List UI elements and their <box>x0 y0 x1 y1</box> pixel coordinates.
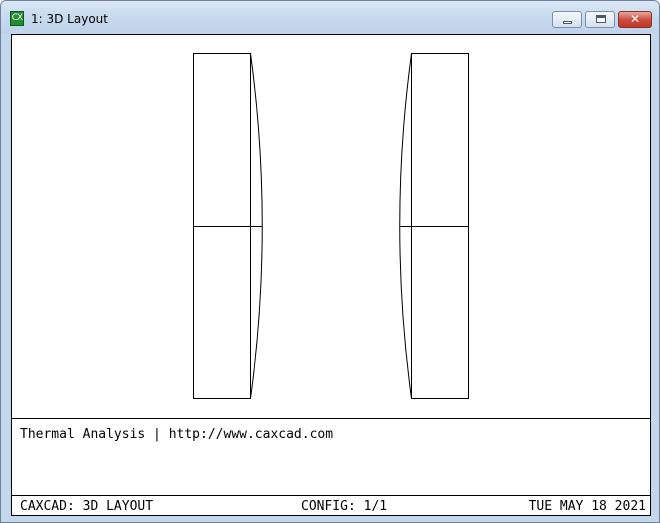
minimize-button[interactable] <box>552 11 582 28</box>
left-lens <box>193 53 263 399</box>
close-button[interactable]: ✕ <box>618 11 652 28</box>
viewport-divider <box>12 418 650 419</box>
minimize-icon <box>563 21 572 24</box>
maximize-icon <box>596 15 606 23</box>
layout-window-client: Thermal Analysis | http://www.caxcad.com… <box>11 34 651 516</box>
title-bar[interactable]: CX 1: 3D Layout ✕ <box>1 1 659 33</box>
cx-app-icon[interactable]: CX <box>10 11 24 26</box>
status-divider <box>12 495 650 496</box>
maximize-button[interactable] <box>585 11 615 28</box>
window-title: 1: 3D Layout <box>31 12 108 26</box>
info-text: Thermal Analysis | http://www.caxcad.com <box>20 427 334 442</box>
status-date: TUE MAY 18 2021 <box>528 499 646 514</box>
right-lens <box>399 53 469 399</box>
status-config: CONFIG: 1/1 <box>301 499 388 514</box>
layout-viewport[interactable] <box>12 35 650 418</box>
status-view-name: CAXCAD: 3D LAYOUT <box>20 499 154 514</box>
app-window: CX 1: 3D Layout ✕ Thermal Analysis | htt… <box>0 0 660 523</box>
close-icon: ✕ <box>629 12 641 26</box>
